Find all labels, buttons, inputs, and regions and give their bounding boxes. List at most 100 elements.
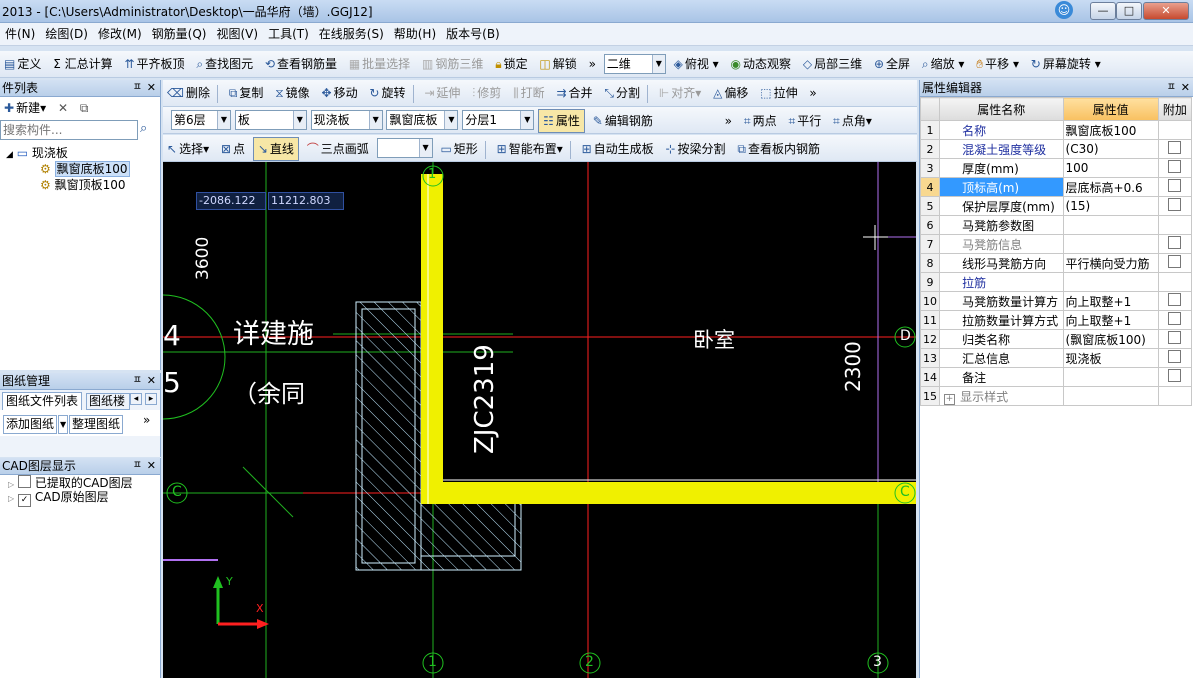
pin-icon[interactable]: ㅍ xyxy=(133,80,142,96)
delete-icon[interactable]: ✕ xyxy=(54,97,72,119)
drawing-canvas[interactable]: -2086.122 11212.803 3600 详建施 （余同 4 5 卧室 … xyxy=(163,162,916,678)
add-checkbox[interactable] xyxy=(1168,350,1182,363)
stretch-button[interactable]: ⬚ 拉伸 xyxy=(756,82,801,104)
batch-select-button[interactable]: ▦ 批量选择 xyxy=(345,53,414,75)
two-point-button[interactable]: ⌗ 两点 xyxy=(740,110,781,132)
point-angle-button[interactable]: ⌗ 点角▾ xyxy=(829,110,876,132)
close-icon[interactable]: ✕ xyxy=(147,80,156,96)
property-row[interactable]: 7 马凳筋信息 xyxy=(919,234,1193,254)
wall-horizontal[interactable] xyxy=(421,482,916,504)
search-icon[interactable]: ⌕ xyxy=(140,121,147,136)
type-select[interactable]: 板 ▼ xyxy=(234,110,307,130)
expand-icon[interactable]: ▷ xyxy=(8,494,14,503)
pan-button[interactable]: ✋︎ 平移 ▾ xyxy=(972,53,1023,75)
split-button[interactable]: ⤡ 分割 xyxy=(600,82,644,104)
property-row-selected[interactable]: 4 顶标高(m) 层底标高+0.6 xyxy=(919,177,1193,197)
cad-layer-item[interactable]: ▷ ✓ CAD原始图层 xyxy=(0,490,160,507)
close-icon[interactable]: ✕ xyxy=(147,458,156,474)
close-icon[interactable]: ✕ xyxy=(147,373,156,389)
add-checkbox[interactable] xyxy=(1168,312,1182,325)
overflow-chevron-icon[interactable]: » xyxy=(721,110,736,132)
move-button[interactable]: ✥ 移动 xyxy=(318,82,362,104)
add-checkbox[interactable] xyxy=(1168,179,1182,192)
tree-root[interactable]: ◢ ▭ 现浇板 xyxy=(0,145,160,161)
copy-button[interactable]: ⧉ 复制 xyxy=(225,82,268,104)
arrange-drawing-button[interactable]: 整理图纸 xyxy=(69,415,124,434)
lock-button[interactable]: 🔒︎ 锁定 xyxy=(491,53,531,75)
property-row[interactable]: 9 拉筋 xyxy=(919,272,1193,292)
wall-vertical[interactable] xyxy=(421,174,443,504)
add-checkbox[interactable] xyxy=(1168,293,1182,306)
offset-button[interactable]: ◬ 偏移 xyxy=(709,82,752,104)
cad-drawing[interactable] xyxy=(163,162,916,678)
rectangle-button[interactable]: ▭ 矩形 xyxy=(436,138,481,160)
split-by-beam-button[interactable]: ⊹ 按梁分割 xyxy=(661,138,729,160)
edit-rebar-button[interactable]: ✎ 编辑钢筋 xyxy=(589,110,657,132)
maximize-button[interactable]: □ xyxy=(1116,2,1142,20)
property-row[interactable]: 10 马凳筋数量计算方 向上取整+1 xyxy=(919,291,1193,311)
property-row[interactable]: 6 马凳筋参数图 xyxy=(919,215,1193,235)
find-element-button[interactable]: ⌕ 查找图元 xyxy=(192,53,257,75)
add-drawing-dropdown-icon[interactable]: ▼ xyxy=(58,415,69,434)
add-checkbox[interactable] xyxy=(1168,255,1182,268)
expand-plus-icon[interactable]: + xyxy=(944,393,956,405)
close-icon[interactable]: ✕ xyxy=(1181,80,1190,96)
auto-generate-slab-button[interactable]: ⊞ 自动生成板 xyxy=(578,138,658,160)
pin-icon[interactable]: ㅍ xyxy=(133,373,142,389)
smart-layout-button[interactable]: ⊞ 智能布置▾ xyxy=(493,138,567,160)
break-button[interactable]: ⫼ 打断 xyxy=(509,82,549,104)
property-row[interactable]: 1 名称 飘窗底板100 xyxy=(919,120,1193,140)
menu-online[interactable]: 在线服务(S) xyxy=(314,23,389,45)
dynamic-view-button[interactable]: ◉ 动态观察 xyxy=(727,53,796,75)
overflow-chevron-icon[interactable]: » xyxy=(585,53,600,75)
property-row[interactable]: 13 汇总信息 现浇板 xyxy=(919,348,1193,368)
bay-window-slab[interactable] xyxy=(420,499,522,571)
menu-draw[interactable]: 绘图(D) xyxy=(40,23,93,45)
mirror-button[interactable]: ⧖ 镜像 xyxy=(271,82,313,104)
extend-button[interactable]: ⇥ 延伸 xyxy=(420,82,464,104)
minimize-button[interactable]: — xyxy=(1090,2,1116,20)
local-3d-button[interactable]: ◇ 局部三维 xyxy=(799,53,866,75)
property-row[interactable]: 5 保护层厚度(mm) (15) xyxy=(919,196,1193,216)
floor-select[interactable]: 第6层 ▼ xyxy=(171,110,231,130)
zoom-button[interactable]: ⌕ 缩放 ▾ xyxy=(918,53,969,75)
copy-icon[interactable]: ⧉ xyxy=(76,97,93,119)
layer-select[interactable]: 分层1 ▼ xyxy=(462,110,535,130)
align-slab-top-button[interactable]: ⇈ 平齐板顶 xyxy=(120,53,188,75)
define-button[interactable]: ▤ 定义 xyxy=(0,53,45,75)
pin-icon[interactable]: ㅍ xyxy=(133,458,142,474)
tab-drawing-floors[interactable]: 图纸楼 xyxy=(86,393,130,410)
subtype-select[interactable]: 现浇板 ▼ xyxy=(310,110,383,130)
select-button[interactable]: ↖ 选择▾ xyxy=(163,138,213,160)
search-input[interactable] xyxy=(0,120,138,140)
summary-calc-button[interactable]: Σ 汇总计算 xyxy=(49,53,116,75)
attribute-button[interactable]: ☷ 属性 xyxy=(538,109,585,133)
pin-icon[interactable]: ㅍ xyxy=(1167,80,1176,96)
unlock-button[interactable]: ◫ 解锁 xyxy=(535,53,580,75)
point-button[interactable]: ⊠ 点 xyxy=(217,138,249,160)
menu-modify[interactable]: 修改(M) xyxy=(93,23,147,45)
overflow-chevron-icon[interactable]: » xyxy=(143,413,150,427)
tab-scroll-left-icon[interactable]: ◂ xyxy=(130,393,142,405)
align-button[interactable]: ⊩ 对齐▾ xyxy=(655,82,706,104)
fullscreen-button[interactable]: ⊕ 全屏 xyxy=(870,53,914,75)
delete-button[interactable]: ⌫ 删除 xyxy=(163,82,214,104)
property-row[interactable]: 2 混凝土强度等级 (C30) xyxy=(919,139,1193,159)
tree-item[interactable]: ⚙ 飘窗底板100 xyxy=(0,161,160,177)
menu-tools[interactable]: 工具(T) xyxy=(263,23,314,45)
menu-view[interactable]: 视图(V) xyxy=(211,23,263,45)
property-row[interactable]: 3 厚度(mm) 100 xyxy=(919,158,1193,178)
add-checkbox[interactable] xyxy=(1168,141,1182,154)
property-row[interactable]: 11 拉筋数量计算方式 向上取整+1 xyxy=(919,310,1193,330)
component-select[interactable]: 飘窗底板 ▼ xyxy=(386,110,459,130)
close-button[interactable]: ✕ xyxy=(1143,2,1189,20)
trim-button[interactable]: ⫶ 修剪 xyxy=(468,82,505,104)
add-checkbox[interactable] xyxy=(1168,236,1182,249)
property-row[interactable]: 14 备注 xyxy=(919,367,1193,387)
new-component-button[interactable]: ✚ 新建▾ xyxy=(0,97,50,119)
expand-icon[interactable]: ▷ xyxy=(8,480,14,489)
parallel-button[interactable]: ⌗ 平行 xyxy=(784,110,825,132)
merge-button[interactable]: ⇉ 合并 xyxy=(552,82,596,104)
help-icon[interactable]: ☺ xyxy=(1055,1,1073,19)
arc-mode-select[interactable]: ▼ xyxy=(376,138,433,158)
